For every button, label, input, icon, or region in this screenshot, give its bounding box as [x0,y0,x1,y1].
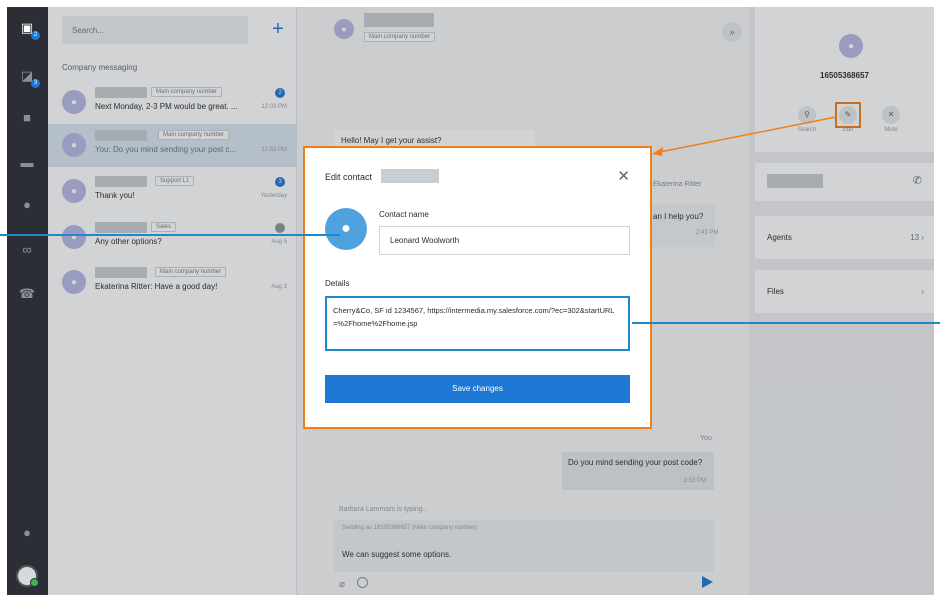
details-field[interactable]: Cherry&Co, SF id 1234567, https://interm… [325,296,630,351]
callout-arrow-line [659,116,837,153]
close-icon[interactable]: ✕ [617,167,630,185]
contact-name-redacted [381,169,439,183]
callout-line-right [632,322,940,324]
callout-arrow-head [652,147,663,156]
contact-name-field[interactable] [379,226,630,255]
save-changes-button[interactable]: Save changes [325,375,630,403]
details-label: Details [325,279,350,288]
callout-line-left [0,234,340,236]
dialog-title: Edit contact [325,172,373,182]
edit-contact-dialog: Edit contact ✕ ● Contact name Details Ch… [303,146,652,429]
contact-name-label: Contact name [379,210,429,219]
contact-avatar[interactable]: ● [325,208,367,250]
